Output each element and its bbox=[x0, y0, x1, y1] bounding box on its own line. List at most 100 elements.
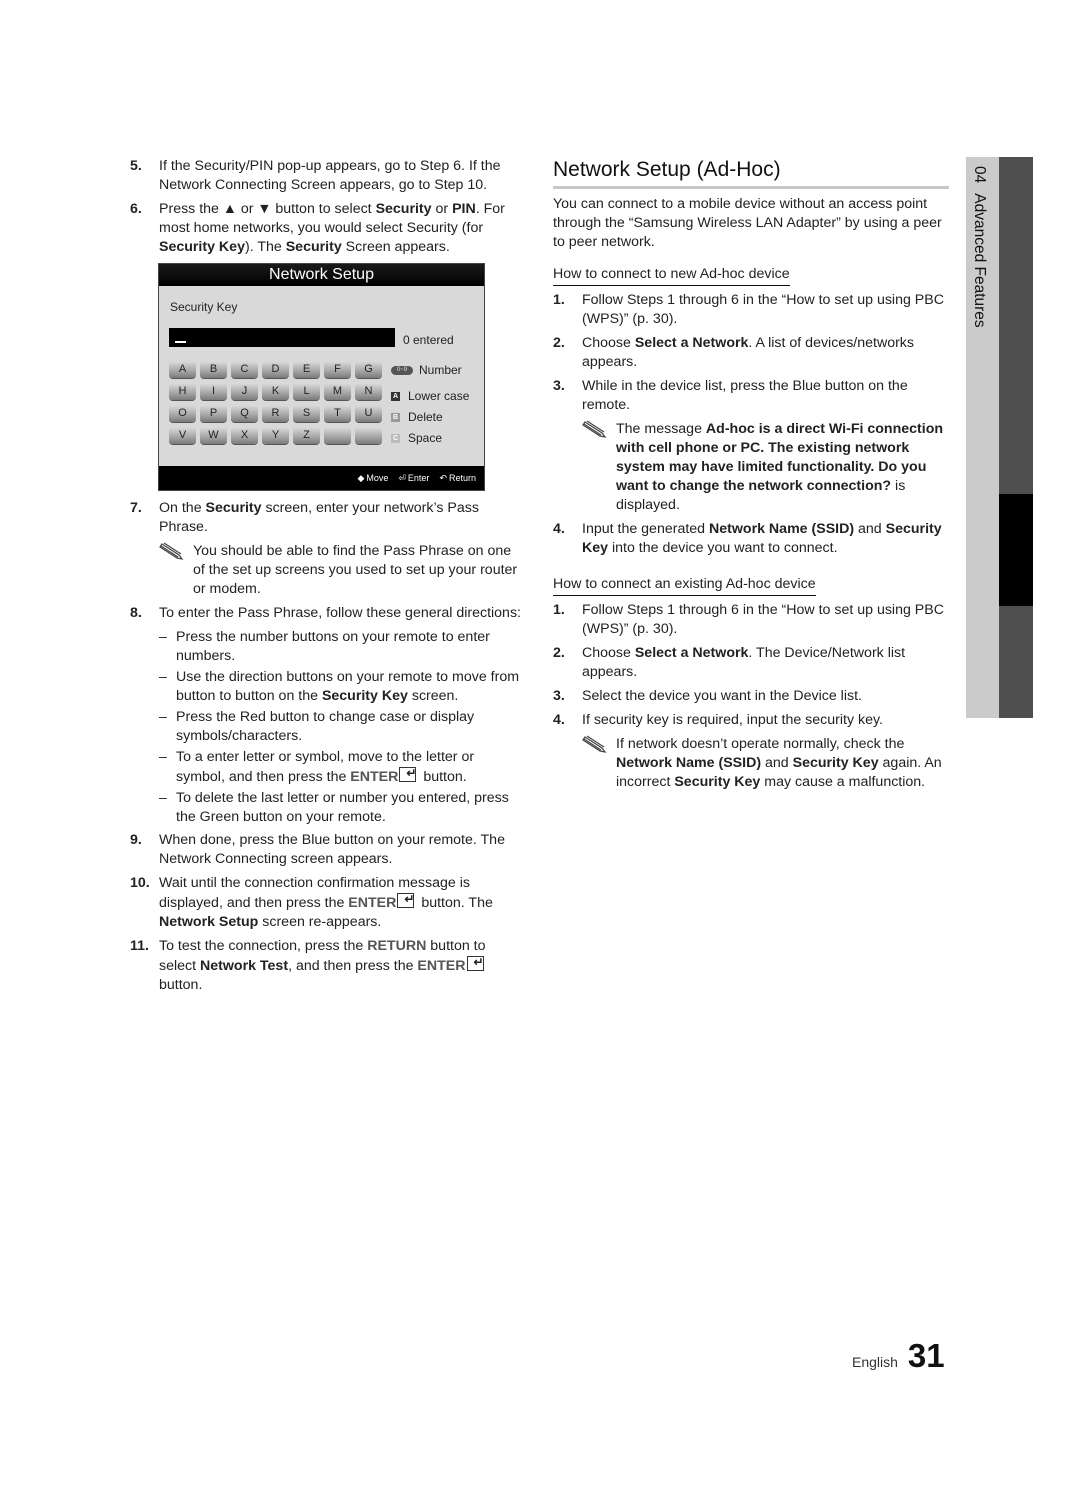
enter-key-icon bbox=[397, 890, 415, 909]
key[interactable]: Q bbox=[231, 405, 258, 422]
key[interactable]: E bbox=[293, 361, 320, 378]
key[interactable]: O bbox=[169, 405, 196, 422]
key[interactable]: Y bbox=[262, 427, 289, 444]
direction-item: – To delete the last letter or number you… bbox=[159, 790, 509, 825]
bold-term: Select a Network bbox=[634, 335, 749, 351]
key[interactable]: H bbox=[169, 383, 196, 400]
text: Press the ▲ or ▼ button to select bbox=[159, 201, 376, 217]
step-11: 11. To test the connection, press the RE… bbox=[130, 937, 522, 995]
bold-term: ENTER bbox=[348, 895, 397, 911]
return-icon: ↶ bbox=[439, 472, 447, 483]
key[interactable]: B bbox=[200, 361, 227, 378]
step-text: If the Security/PIN pop-up appears, go t… bbox=[159, 158, 501, 193]
direction-item: – Use the direction buttons on your remot… bbox=[159, 669, 520, 704]
key[interactable]: F bbox=[324, 361, 351, 378]
step-number: 9. bbox=[130, 832, 142, 848]
note: If network doesn’t operate normally, che… bbox=[582, 735, 951, 792]
hint-label: Move bbox=[366, 472, 389, 483]
key-blank[interactable] bbox=[324, 427, 351, 444]
key[interactable]: G bbox=[355, 361, 382, 378]
direction-item: – Press the Red button to change case or … bbox=[159, 709, 475, 744]
bold-term: Network Name (SSID) bbox=[709, 521, 855, 537]
legend-delete: B Delete bbox=[391, 408, 443, 427]
network-setup-screen: Network Setup Security Key 0 entered A B… bbox=[158, 263, 485, 491]
step-number: 6. bbox=[130, 201, 142, 217]
key[interactable]: M bbox=[324, 383, 351, 400]
legend-label: Lower case bbox=[408, 389, 470, 403]
step-number: 5. bbox=[130, 158, 142, 174]
screen-title: Network Setup bbox=[159, 264, 484, 286]
key-blank[interactable] bbox=[355, 427, 382, 444]
bold-term: ENTER bbox=[417, 958, 466, 974]
legend-lower-case: A Lower case bbox=[391, 387, 469, 406]
direction-item: – Press the number buttons on your remote… bbox=[159, 629, 490, 664]
step-text: Follow Steps 1 through 6 in the “How to … bbox=[582, 602, 944, 637]
text: Choose bbox=[582, 645, 635, 661]
text: To test the connection, press the bbox=[159, 938, 368, 954]
key[interactable]: A bbox=[169, 361, 196, 378]
step-3: 3. Select the device you want in the Devi… bbox=[553, 687, 951, 706]
text: To delete the last letter or number you … bbox=[176, 790, 509, 825]
return-hint: ↶ Return bbox=[439, 469, 476, 488]
bold-term: Select a Network bbox=[634, 645, 749, 661]
number-button-icon: 0~9 bbox=[391, 366, 413, 375]
bold-term: Security bbox=[285, 239, 342, 255]
bold-term: Security Key bbox=[674, 774, 761, 790]
text: and bbox=[854, 521, 886, 537]
chapter-number: 04 bbox=[971, 166, 988, 184]
security-key-input[interactable] bbox=[169, 328, 395, 347]
text: button. bbox=[419, 769, 467, 785]
key[interactable]: V bbox=[169, 427, 196, 444]
chapter-tab-label: 04 Advanced Features bbox=[970, 166, 988, 328]
step-number: 7. bbox=[130, 500, 142, 516]
text: screen. bbox=[407, 688, 459, 704]
step-4: 4. If security key is required, input the… bbox=[553, 711, 951, 730]
note: The message Ad-hoc is a direct Wi-Fi con… bbox=[582, 420, 951, 515]
bold-term: ENTER bbox=[350, 769, 399, 785]
text: or bbox=[431, 201, 453, 217]
entered-count: 0 entered bbox=[403, 333, 454, 347]
step-8: 8. To enter the Pass Phrase, follow thes… bbox=[130, 604, 522, 623]
yellow-c-button-icon: C bbox=[391, 434, 400, 443]
key[interactable]: L bbox=[293, 383, 320, 400]
key[interactable]: J bbox=[231, 383, 258, 400]
onscreen-keyboard: A B C D E F G H I J K L M N O P Q R S T … bbox=[169, 361, 382, 444]
bold-term: Security bbox=[375, 201, 432, 217]
step-text: When done, press the Blue button on your… bbox=[159, 832, 505, 867]
security-key-label: Security Key bbox=[170, 300, 238, 314]
key[interactable]: K bbox=[262, 383, 289, 400]
screen-footer: ◆ Move ⏎ Enter ↶ Return bbox=[159, 466, 484, 490]
text: On the bbox=[159, 500, 206, 516]
key[interactable]: Z bbox=[293, 427, 320, 444]
key[interactable]: U bbox=[355, 405, 382, 422]
key[interactable]: N bbox=[355, 383, 382, 400]
text: Choose bbox=[582, 335, 635, 351]
bold-term: Security Key bbox=[792, 755, 879, 771]
key[interactable]: W bbox=[200, 427, 227, 444]
bold-term: Security Key bbox=[159, 239, 245, 255]
enter-icon: ⏎ bbox=[398, 472, 406, 483]
step-text: While in the device list, press the Blue… bbox=[582, 378, 908, 413]
chapter-tab-strip bbox=[999, 157, 1033, 718]
step-number: 4. bbox=[553, 521, 565, 537]
key[interactable]: C bbox=[231, 361, 258, 378]
hint-label: Enter bbox=[407, 472, 430, 483]
key[interactable]: X bbox=[231, 427, 258, 444]
key[interactable]: S bbox=[293, 405, 320, 422]
key[interactable]: I bbox=[200, 383, 227, 400]
step-4: 4. Input the generated Network Name (SSID… bbox=[553, 520, 951, 558]
text: may cause a malfunction. bbox=[760, 774, 926, 790]
key[interactable]: P bbox=[200, 405, 227, 422]
bold-term: Security Key bbox=[321, 688, 408, 704]
enter-key-icon bbox=[399, 764, 417, 783]
key[interactable]: D bbox=[262, 361, 289, 378]
step-text: Follow Steps 1 through 6 in the “How to … bbox=[582, 292, 944, 327]
key[interactable]: T bbox=[324, 405, 351, 422]
key[interactable]: R bbox=[262, 405, 289, 422]
step-number: 3. bbox=[553, 378, 565, 394]
step-10: 10. Wait until the connection confirmati… bbox=[130, 874, 522, 932]
bold-term: PIN bbox=[452, 201, 476, 217]
step-number: 2. bbox=[553, 335, 565, 351]
bold-term: Network Setup bbox=[159, 914, 259, 930]
text: The message bbox=[616, 421, 706, 437]
